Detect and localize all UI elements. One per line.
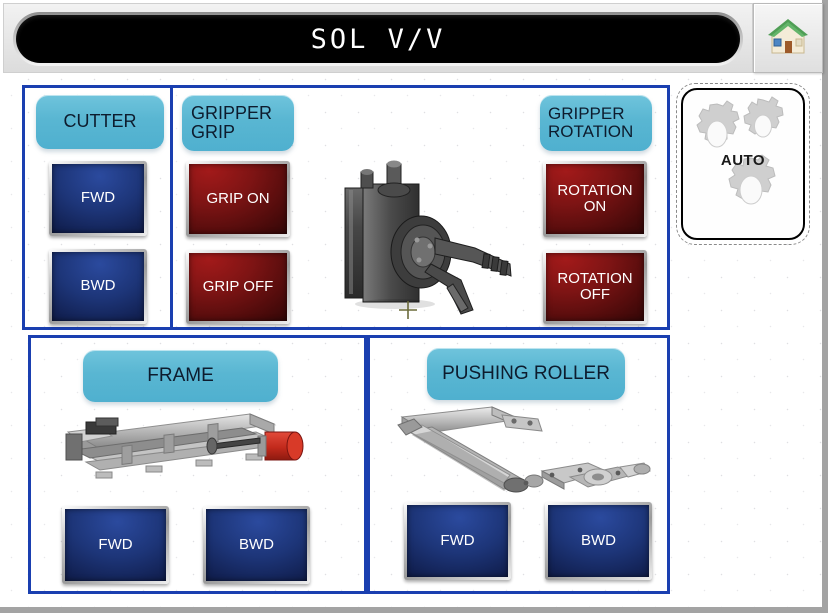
group-title-pushing-roller: PUSHING ROLLER xyxy=(427,348,625,400)
gripper-rotation-title-line2: ROTATION xyxy=(548,122,634,141)
group-title-frame-label: FRAME xyxy=(147,364,214,386)
group-title-frame: FRAME xyxy=(83,350,278,402)
gripper-grip-title-line1: GRIPPER xyxy=(191,102,273,123)
frame-fwd-label: FWD xyxy=(98,535,133,553)
group-title-cutter-label: CUTTER xyxy=(63,111,137,132)
roller-fwd-label: FWD xyxy=(440,531,475,549)
frame-edge-right xyxy=(822,0,828,613)
title-display: SOL V/V xyxy=(16,15,740,63)
cutter-bwd-label: BWD xyxy=(80,277,116,295)
title-display-bezel: SOL V/V xyxy=(13,12,743,66)
group-title-pushing-roller-label: PUSHING ROLLER xyxy=(442,362,610,384)
cutter-bwd-button[interactable]: BWD xyxy=(49,249,147,324)
cutter-fwd-button[interactable]: FWD xyxy=(49,161,147,236)
grip-off-button[interactable]: GRIP OFF xyxy=(186,250,290,324)
frame-edge-bottom xyxy=(0,607,828,613)
frame-machine-image xyxy=(60,410,310,490)
group-title-gripper-grip: GRIPPER GRIP xyxy=(182,95,294,151)
gripper-rotation-title-line1: GRIPPER xyxy=(548,103,625,123)
rotation-on-label-line2: ON xyxy=(583,198,607,215)
group-title-cutter: CUTTER xyxy=(36,95,164,149)
roller-fwd-button[interactable]: FWD xyxy=(404,502,511,580)
rotation-off-label-line1: ROTATION xyxy=(557,269,633,287)
rotation-off-label-line2: OFF xyxy=(580,286,610,303)
auto-button-label: AUTO xyxy=(720,152,766,169)
auto-button[interactable]: AUTO xyxy=(681,88,805,240)
home-icon xyxy=(766,15,810,62)
grip-on-button[interactable]: GRIP ON xyxy=(186,161,290,237)
frame-bwd-label: BWD xyxy=(239,535,274,553)
grip-on-label: GRIP ON xyxy=(206,189,270,207)
frame-fwd-button[interactable]: FWD xyxy=(62,506,169,584)
title-bar: SOL V/V xyxy=(3,3,753,73)
crosshair-marker xyxy=(398,300,418,320)
panel-divider-cutter xyxy=(170,85,173,330)
hmi-screen: SOL V/V CUTTER FWD BWD GRIPPER GRIP GRIP… xyxy=(0,0,828,613)
gripper-cylinder-image xyxy=(335,160,535,320)
frame-bwd-button[interactable]: BWD xyxy=(203,506,310,584)
rotation-on-label-line1: ROTATION xyxy=(557,181,633,199)
rotation-off-button[interactable]: ROTATION OFF xyxy=(543,250,647,324)
group-title-gripper-rotation: GRIPPER ROTATION xyxy=(540,95,652,151)
pushing-roller-machine-image xyxy=(392,405,662,500)
roller-bwd-button[interactable]: BWD xyxy=(545,502,652,580)
home-button[interactable] xyxy=(753,3,823,73)
roller-bwd-label: BWD xyxy=(581,531,616,549)
grip-off-label: GRIP OFF xyxy=(202,277,274,295)
page-title: SOL V/V xyxy=(310,23,446,55)
cutter-fwd-label: FWD xyxy=(80,189,116,207)
rotation-on-button[interactable]: ROTATION ON xyxy=(543,161,647,237)
gripper-grip-title-line2: GRIP xyxy=(191,122,236,142)
